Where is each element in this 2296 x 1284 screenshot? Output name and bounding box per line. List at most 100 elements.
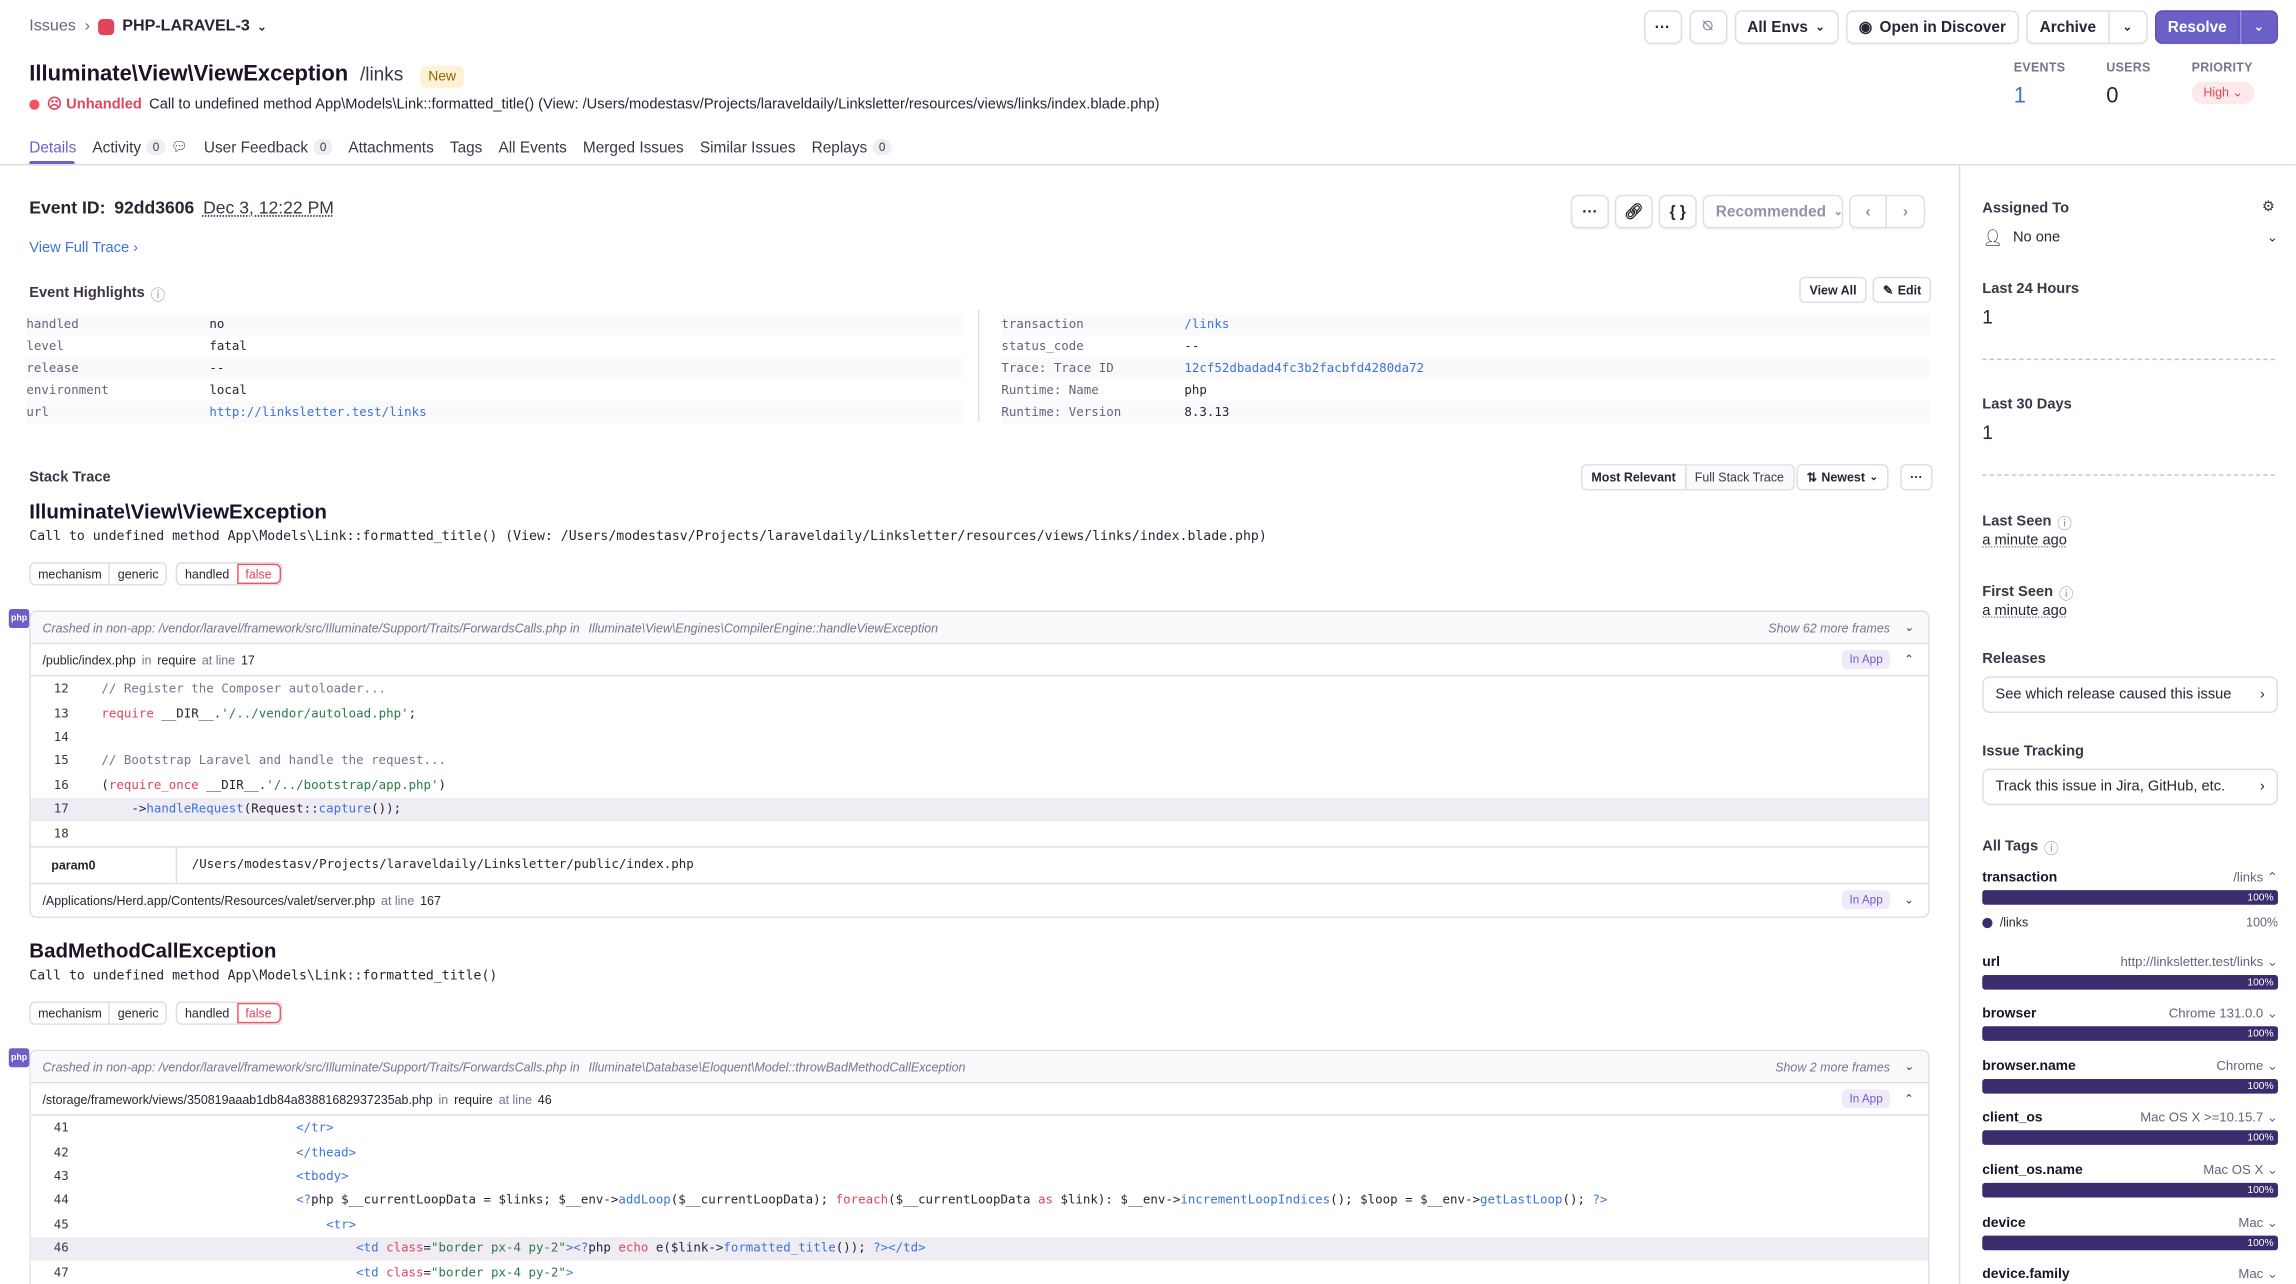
project-selector[interactable]: PHP-LARAVEL-3 ⌄ — [98, 18, 267, 35]
tag-browser[interactable]: browser Chrome 131.0.0 ⌄ 100% — [1982, 1003, 2278, 1041]
exception-title: BadMethodCallException — [29, 938, 277, 962]
url-link[interactable]: http://linksletter.test/links — [209, 405, 426, 420]
frame-header[interactable]: /storage/framework/views/350819aaab1db84… — [30, 1083, 1929, 1116]
chevron-down-icon: ⌄ — [257, 19, 267, 33]
sort-newest-button[interactable]: ⇅ Newest ⌄ — [1796, 464, 1889, 491]
project-icon — [98, 18, 115, 35]
tag-client-os[interactable]: client_os Mac OS X >=10.15.7 ⌄ 100% — [1982, 1107, 2278, 1145]
issue-title-row: Illuminate\View\ViewException /links New — [29, 61, 464, 88]
tab-user-feedback[interactable]: User Feedback 0 — [204, 135, 333, 160]
mechanism-tags: mechanism generic handled false — [29, 562, 282, 586]
highlight-row: status_code -- — [1001, 338, 1200, 354]
full-stack-trace-button[interactable]: Full Stack Trace — [1685, 464, 1795, 491]
pencil-icon: ✎ — [1882, 281, 1894, 297]
user-icon: 👤︎ — [1982, 229, 2003, 248]
stack-more-button[interactable]: ··· — [1899, 464, 1933, 491]
priority-selector[interactable]: High ⌄ — [2191, 81, 2255, 104]
tab-replays[interactable]: Replays 0 — [812, 135, 892, 160]
tab-tags[interactable]: Tags — [450, 135, 482, 160]
crashed-in-row[interactable]: Crashed in non-app: /vendor/laravel/fram… — [30, 611, 1929, 645]
assigned-to-label: Assigned To — [1982, 200, 2070, 217]
open-in-discover-button[interactable]: ◉ Open in Discover — [1845, 10, 2020, 44]
chevron-up-icon: ⌃ — [1904, 652, 1914, 667]
show-more-frames[interactable]: Show 2 more frames — [1775, 1059, 1890, 1074]
chevron-right-icon: › — [84, 17, 90, 36]
archive-button[interactable]: Archive — [2026, 10, 2110, 44]
view-all-highlights-button[interactable]: View All — [1799, 276, 1867, 304]
event-id-value[interactable]: 92dd3606 — [114, 198, 194, 218]
issue-stats: EVENTS 1 USERS 0 PRIORITY High ⌄ — [2014, 60, 2255, 108]
event-more-button[interactable]: ··· — [1570, 194, 1609, 229]
more-actions-button[interactable]: ··· — [1643, 10, 1682, 44]
show-more-frames[interactable]: Show 62 more frames — [1768, 620, 1890, 635]
event-details: Event ID: 92dd3606 Dec 3, 12:22 PM View … — [0, 165, 1959, 1284]
json-icon[interactable]: { } — [1658, 194, 1697, 229]
tab-similar-issues[interactable]: Similar Issues — [700, 135, 796, 160]
issue-subtitle: ☹ Unhandled Call to undefined method App… — [29, 96, 1160, 113]
info-icon: ⓘ — [2043, 841, 2059, 858]
see-release-button[interactable]: See which release caused this issue › — [1982, 676, 2278, 713]
tab-details[interactable]: Details — [29, 135, 76, 160]
resolve-button[interactable]: Resolve — [2154, 10, 2240, 44]
issue-message: Call to undefined method App\Models\Link… — [149, 96, 1160, 113]
trace-id-link[interactable]: 12cf52dbadad4fc3b2facbfd4280da72 — [1184, 361, 1424, 376]
highlight-row: Runtime: Name php — [1001, 382, 1207, 398]
info-icon: ⓘ — [2057, 516, 2072, 533]
last-seen-value[interactable]: a minute ago — [1982, 533, 2067, 549]
env-selector[interactable]: All Envs ⌄ — [1734, 10, 1839, 44]
frame-header[interactable]: /public/index.php in require at line 17 In A… — [30, 644, 1929, 677]
most-relevant-button[interactable]: Most Relevant — [1581, 464, 1686, 491]
unhandled-label: ☹ Unhandled — [46, 96, 142, 113]
tag-value-row[interactable]: /links 100% — [1982, 915, 2278, 930]
highlights-title: Event Highlights ⓘ — [29, 283, 165, 304]
in-app-badge: In App — [1842, 650, 1891, 670]
chevron-down-icon: ⌄ — [1904, 1059, 1914, 1074]
transaction-link[interactable]: /links — [1184, 317, 1229, 332]
discover-icon: ◉ — [1858, 18, 1873, 36]
tag-browser-name[interactable]: browser.name Chrome ⌄ 100% — [1982, 1056, 2278, 1094]
archive-options-button[interactable]: ⌄ — [2109, 10, 2148, 44]
events-count[interactable]: 1 — [2014, 83, 2066, 108]
first-seen-value[interactable]: a minute ago — [1982, 603, 2067, 619]
previous-event-button[interactable]: ‹ — [1849, 194, 1888, 229]
frame-header[interactable]: /Applications/Herd.app/Contents/Resource… — [31, 884, 1928, 916]
new-badge: New — [420, 65, 464, 88]
last-seen-label: Last Seen ⓘ — [1982, 511, 2072, 533]
tab-merged-issues[interactable]: Merged Issues — [583, 135, 684, 160]
stack-view-toggle: Most Relevant Full Stack Trace — [1581, 464, 1795, 491]
tab-activity[interactable]: Activity 0 💬︎ — [92, 135, 187, 160]
chevron-down-icon: ⌄ — [1904, 893, 1914, 907]
tag-client-os-name[interactable]: client_os.name Mac OS X ⌄ 100% — [1982, 1159, 2278, 1198]
level-indicator — [29, 99, 40, 110]
view-full-trace-link[interactable]: View Full Trace › — [29, 240, 138, 256]
assignee-selector[interactable]: 👤︎ No one ⌄ — [1982, 228, 2278, 248]
highlights-divider — [977, 310, 980, 422]
info-icon: ⓘ — [2058, 587, 2074, 604]
event-navigation: ··· 🔗︎ { } Recommended ⌄ ‹ › — [1570, 194, 1926, 229]
tag-distribution-bar: 100% — [1982, 1182, 2278, 1198]
tab-all-events[interactable]: All Events — [498, 135, 566, 160]
copy-link-icon[interactable]: 🔗︎ — [1614, 194, 1653, 229]
mute-button[interactable]: ⍉ — [1688, 10, 1727, 44]
gear-icon[interactable]: ⚙ — [2262, 199, 2275, 215]
recommended-event-selector[interactable]: Recommended ⌄ — [1702, 194, 1844, 229]
resolve-options-button[interactable]: ⌄ — [2239, 10, 2278, 44]
track-issue-button[interactable]: Track this issue in Jira, GitHub, etc. › — [1982, 768, 2278, 806]
tag-distribution-bar: 100% — [1982, 1130, 2278, 1145]
crashed-in-row[interactable]: Crashed in non-app: /vendor/laravel/fram… — [30, 1051, 1929, 1084]
tag-device-family[interactable]: device.family Mac ⌄ — [1982, 1263, 2278, 1283]
issue-tracking-label: Issue Tracking — [1982, 743, 2084, 760]
next-event-button[interactable]: › — [1887, 194, 1926, 229]
breadcrumb: Issues › PHP-LARAVEL-3 ⌄ — [29, 18, 267, 36]
tag-transaction[interactable]: transaction/links ⌃ 100% /links 100% — [1982, 867, 2278, 930]
breadcrumb-issues[interactable]: Issues — [29, 18, 76, 36]
all-tags-label: All Tags ⓘ — [1982, 836, 2058, 858]
issue-tabs: Details Activity 0 💬︎ User Feedback 0 Attac… — [29, 135, 892, 160]
tag-url[interactable]: url http://linksletter.test/links ⌄ 100% — [1982, 952, 2278, 990]
stack-trace-title: Stack Trace — [29, 469, 111, 487]
chevron-right-icon: › — [2259, 778, 2265, 795]
edit-highlights-button[interactable]: ✎ Edit — [1872, 276, 1932, 304]
tag-device[interactable]: device Mac ⌄ 100% — [1982, 1212, 2278, 1251]
exception-message: Call to undefined method App\Models\Link… — [29, 969, 498, 984]
tab-attachments[interactable]: Attachments — [348, 135, 433, 160]
